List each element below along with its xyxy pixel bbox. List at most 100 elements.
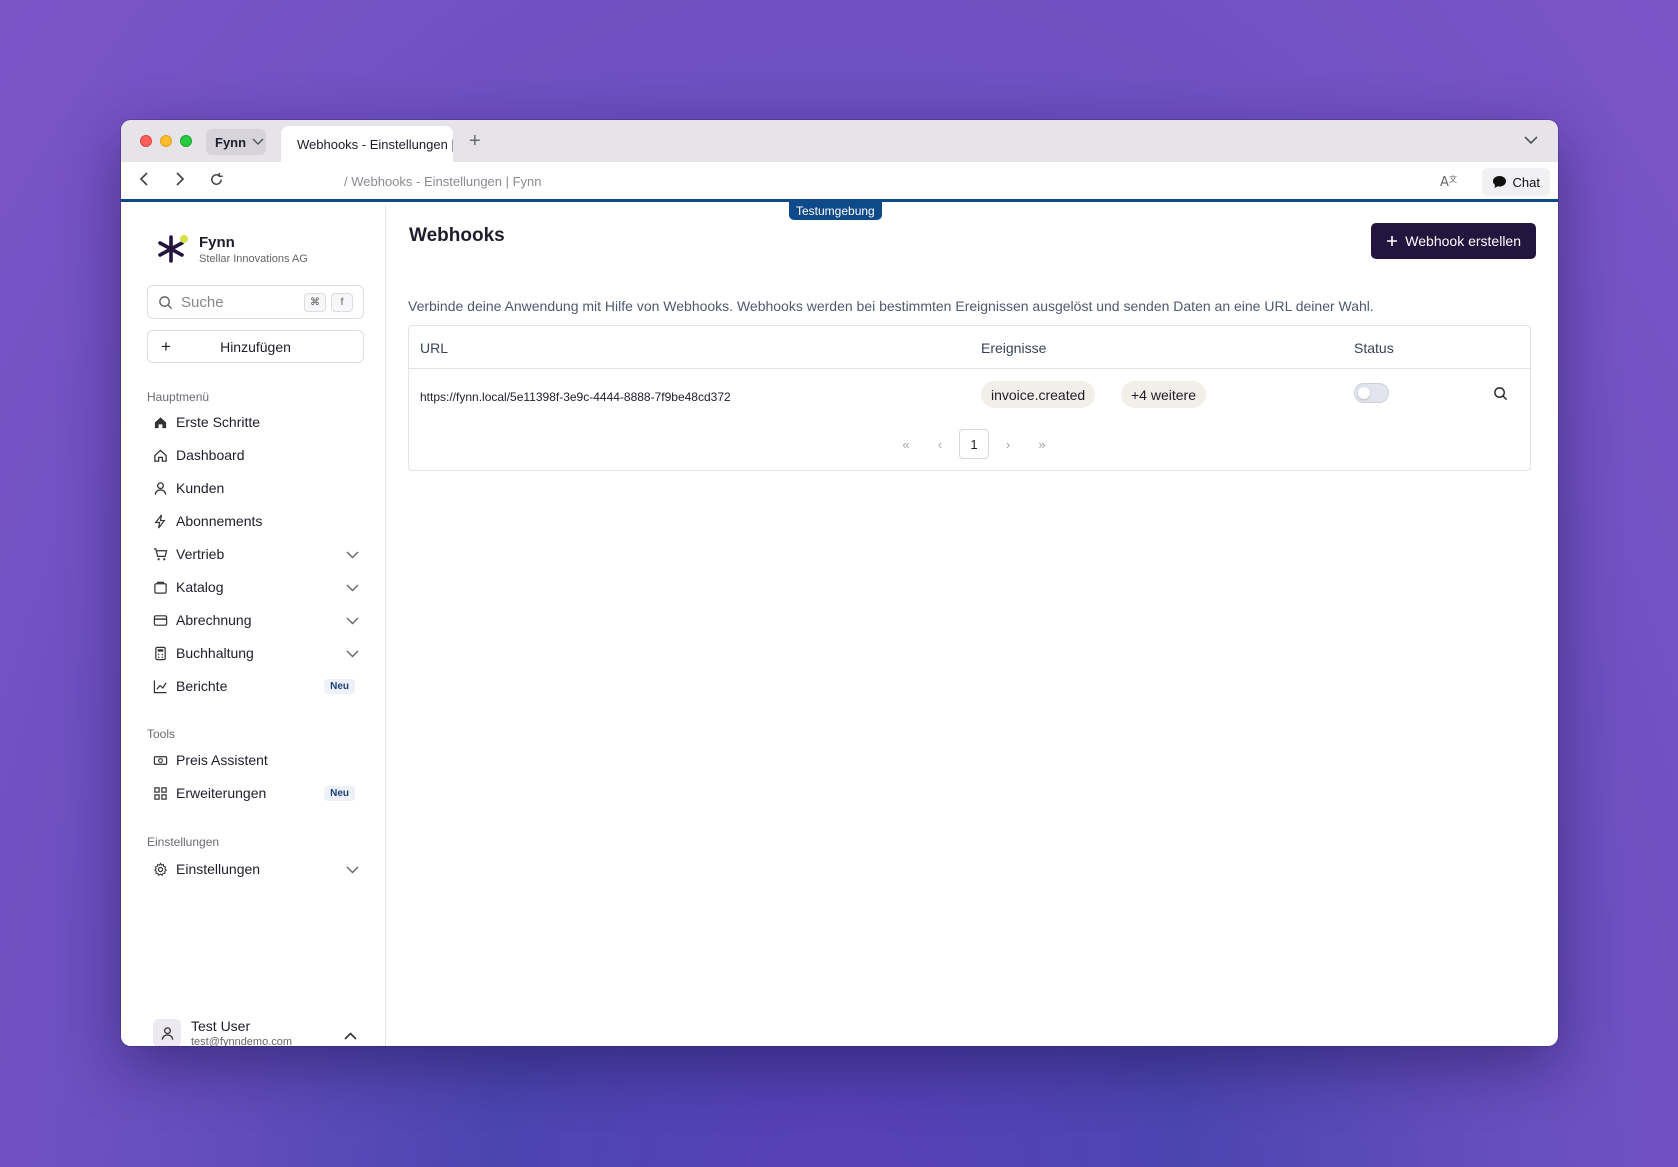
table-header-divider: [409, 368, 1530, 369]
event-badge: invoice.created: [981, 381, 1096, 408]
sidebar-item-label: Erste Schritte: [176, 414, 261, 430]
pagination: « ‹ 1 › »: [889, 429, 1059, 459]
prev-page-button[interactable]: ‹: [923, 429, 957, 459]
address-bar: / Webhooks - Einstellungen | Fynn A文 Cha…: [121, 162, 1558, 202]
next-page-button[interactable]: ›: [991, 429, 1025, 459]
section-main-menu: Hauptmenü: [147, 390, 210, 404]
sidebar-item-dashboard[interactable]: Dashboard: [153, 441, 359, 469]
url-field[interactable]: / Webhooks - Einstellungen | Fynn: [344, 174, 542, 189]
create-webhook-button[interactable]: Webhook erstellen: [1371, 223, 1536, 259]
chevron-down-icon[interactable]: [346, 579, 359, 595]
section-settings: Einstellungen: [147, 835, 220, 849]
add-button[interactable]: + Hinzufügen: [147, 330, 364, 363]
svg-text:文: 文: [1449, 174, 1457, 184]
sidebar-item-label: Einstellungen: [176, 861, 261, 877]
chat-label: Chat: [1512, 174, 1540, 190]
sidebar-item-label: Buchhaltung: [176, 645, 254, 661]
user-icon: [161, 1026, 173, 1040]
sidebar: Fynn Stellar Innovations AG Suche ⌘ f + …: [121, 205, 386, 1046]
back-button[interactable]: [139, 172, 149, 191]
page-title: Webhooks: [409, 225, 505, 246]
box-icon: [153, 580, 168, 595]
shortcut-key-cmd: ⌘: [304, 293, 326, 312]
brand-organization: Stellar Innovations AG: [199, 252, 308, 265]
sidebar-item-label: Preis Assistent: [176, 752, 268, 768]
tab-bar: Fynn Webhooks - Einstellungen | Fynn +: [121, 120, 1558, 162]
column-header-status: Status: [1354, 340, 1394, 356]
sidebar-item-label: Katalog: [176, 579, 224, 595]
chevron-down-icon[interactable]: [346, 546, 359, 562]
avatar: [153, 1019, 181, 1046]
chevron-down-icon: [1524, 136, 1538, 145]
chevron-down-icon[interactable]: [346, 861, 359, 877]
view-webhook-button[interactable]: [1493, 386, 1508, 406]
chat-bubble-icon: [1492, 176, 1506, 188]
last-page-button[interactable]: »: [1025, 429, 1059, 459]
fynn-logo-icon: [157, 233, 189, 265]
webhook-url: https://fynn.local/5e11398f-3e9c-4444-88…: [420, 390, 731, 404]
sidebar-item-katalog[interactable]: Katalog: [153, 573, 359, 601]
apps-icon: [153, 786, 168, 801]
sidebar-item-kunden[interactable]: Kunden: [153, 474, 359, 502]
gear-icon: [153, 861, 168, 877]
brand[interactable]: Fynn Stellar Innovations AG: [157, 233, 308, 265]
sidebar-item-label: Berichte: [176, 678, 228, 694]
forward-button[interactable]: [175, 172, 185, 191]
page-description: Verbinde deine Anwendung mit Hilfe von W…: [408, 298, 1374, 314]
close-window-button[interactable]: [140, 135, 152, 147]
sidebar-item-einstellungen[interactable]: Einstellungen: [153, 855, 359, 883]
sidebar-item-erste-schritte[interactable]: Erste Schritte: [153, 408, 359, 436]
translate-icon[interactable]: A文: [1440, 173, 1458, 192]
chevron-right-icon: [176, 172, 185, 186]
calculator-icon: [153, 646, 168, 661]
user-menu[interactable]: Test User test@fynndemo.com: [153, 1013, 359, 1046]
new-badge: Neu: [324, 678, 355, 694]
search-icon: [1494, 387, 1508, 401]
chat-button[interactable]: Chat: [1481, 168, 1550, 196]
window-controls: [140, 135, 192, 147]
sidebar-item-berichte[interactable]: Berichte Neu: [153, 672, 359, 700]
sidebar-item-label: Dashboard: [176, 447, 245, 463]
shortcut-key-f: f: [331, 293, 353, 312]
tab-title: Webhooks - Einstellungen | Fynn: [297, 136, 453, 152]
sidebar-item-preis-assistent[interactable]: Preis Assistent: [153, 746, 359, 774]
more-events-badge[interactable]: +4 weitere: [1121, 381, 1206, 408]
reload-icon: [211, 172, 223, 185]
current-page[interactable]: 1: [959, 429, 989, 459]
webhooks-table: URL Ereignisse Status https://fynn.local…: [408, 325, 1531, 471]
browser-window: Fynn Webhooks - Einstellungen | Fynn + /…: [121, 120, 1558, 1046]
new-badge: Neu: [324, 785, 355, 801]
chevron-down-icon[interactable]: [346, 645, 359, 661]
maximize-window-button[interactable]: [180, 135, 192, 147]
tab-overview-button[interactable]: [1524, 132, 1538, 150]
chart-icon: [153, 679, 168, 694]
plus-icon: +: [161, 336, 171, 356]
first-page-button[interactable]: «: [889, 429, 923, 459]
minimize-window-button[interactable]: [160, 135, 172, 147]
sidebar-item-erweiterungen[interactable]: Erweiterungen Neu: [153, 779, 359, 807]
environment-badge: Testumgebung: [789, 202, 882, 220]
search-input[interactable]: Suche ⌘ f: [147, 285, 364, 319]
svg-text:A: A: [1440, 175, 1449, 189]
sidebar-item-abonnements[interactable]: Abonnements: [153, 507, 359, 535]
search-placeholder: Suche: [181, 293, 224, 311]
main-content: Webhooks Webhook erstellen Verbinde dein…: [387, 205, 1558, 1046]
sidebar-item-label: Erweiterungen: [176, 785, 267, 801]
tab-webhooks[interactable]: Webhooks - Einstellungen | Fynn: [281, 126, 453, 162]
section-tools: Tools: [147, 727, 176, 741]
bolt-icon: [153, 514, 168, 529]
sidebar-item-buchhaltung[interactable]: Buchhaltung: [153, 639, 359, 667]
brand-name: Fynn: [199, 233, 235, 251]
column-header-events: Ereignisse: [981, 340, 1047, 356]
chevron-up-icon[interactable]: [344, 1027, 357, 1045]
cart-icon: [153, 547, 168, 562]
sidebar-item-vertrieb[interactable]: Vertrieb: [153, 540, 359, 568]
profile-switcher[interactable]: Fynn: [206, 129, 266, 155]
sidebar-item-abrechnung[interactable]: Abrechnung: [153, 606, 359, 634]
reload-button[interactable]: [209, 172, 224, 192]
new-tab-button[interactable]: +: [469, 130, 481, 153]
status-toggle[interactable]: [1354, 383, 1389, 403]
sidebar-item-label: Abonnements: [176, 513, 263, 529]
column-header-url: URL: [420, 340, 449, 356]
chevron-down-icon[interactable]: [346, 612, 359, 628]
